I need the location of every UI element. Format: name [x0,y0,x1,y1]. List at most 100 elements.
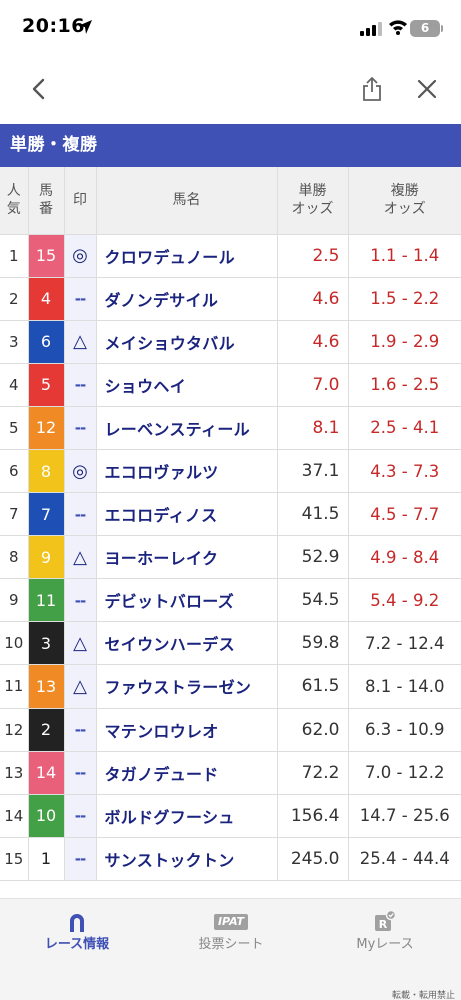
tab-betting-sheet-label: 投票シート [198,937,264,952]
horse-number-cell: 7 [27,492,65,537]
win-odds-cell: 8.1 [276,405,349,450]
horse-number-cell: 5 [27,362,65,407]
prediction-mark: △ [73,546,87,568]
horse-number-cell: 11 [27,578,65,623]
place-odds-cell: 7.2 - 12.4 [347,621,461,666]
popularity-cell: 4 [0,362,29,407]
horse-name-link[interactable]: エコロディノス [95,492,278,537]
horse-number-cell: 14 [27,750,65,795]
popularity-cell: 10 [0,621,29,666]
prediction-mark-cell: △ [63,535,97,580]
place-odds-cell: 7.0 - 12.2 [347,750,461,795]
header-horse-name: 馬名 [95,167,278,235]
bottom-tab-bar: レース情報 IPAT 投票シート R Myレース 転載・転用禁止 [0,898,461,1000]
prediction-mark-cell: -- [63,362,97,407]
horse-name-link[interactable]: サンストックトン [95,836,278,881]
popularity-cell: 8 [0,535,29,580]
horse-name-link[interactable]: クロワデュノール [95,233,278,278]
table-row[interactable]: 13 14 -- タガノデュード 72.2 7.0 - 12.2 [0,750,461,795]
copyright-note: 転載・転用禁止 [391,991,455,1000]
win-odds-cell: 156.4 [276,793,349,838]
table-row[interactable]: 3 6 △ メイショウタバル 4.6 1.9 - 2.9 [0,319,461,364]
prediction-mark-cell: -- [63,793,97,838]
table-row[interactable]: 9 11 -- デビットバローズ 54.5 5.4 - 9.2 [0,578,461,623]
horse-name-link[interactable]: ショウヘイ [95,362,278,407]
horse-name-link[interactable]: ダノンデサイル [95,276,278,321]
popularity-cell: 15 [0,836,29,881]
table-row[interactable]: 14 10 -- ボルドグフーシュ 156.4 14.7 - 25.6 [0,793,461,838]
horse-number-cell: 12 [27,405,65,450]
location-arrow-icon [77,19,93,35]
prediction-mark: -- [74,850,86,869]
table-row[interactable]: 10 3 △ セイウンハーデス 59.8 7.2 - 12.4 [0,621,461,666]
prediction-mark-cell: ◎ [63,448,97,494]
popularity-cell: 9 [0,578,29,623]
place-odds-cell: 6.3 - 10.9 [347,707,461,752]
prediction-mark-cell: △ [63,319,97,364]
table-row[interactable]: 8 9 △ ヨーホーレイク 52.9 4.9 - 8.4 [0,535,461,580]
place-odds-cell: 14.7 - 25.6 [347,793,461,838]
horse-number-cell: 13 [27,664,65,709]
prediction-mark-cell: -- [63,707,97,752]
section-title: 単勝・複勝 [0,124,461,167]
popularity-cell: 2 [0,276,29,321]
tab-my-race[interactable]: R Myレース [308,899,461,977]
horse-name-link[interactable]: メイショウタバル [95,319,278,364]
win-odds-cell: 54.5 [276,578,349,623]
back-button[interactable] [16,60,60,118]
popularity-cell: 1 [0,233,29,278]
horse-number-cell: 3 [27,621,65,666]
horse-name-link[interactable]: レーベンスティール [95,405,278,450]
odds-table: 人気 馬番 印 馬名 単勝 オッズ 複勝 オッズ 1 15 ◎ クロワデュノール 2.5 1.… [0,167,461,881]
horse-name-link[interactable]: ファウストラーゼン [95,664,278,709]
share-icon [363,77,381,101]
share-button[interactable] [350,60,394,118]
table-row[interactable]: 4 5 -- ショウヘイ 7.0 1.6 - 2.5 [0,362,461,407]
horse-name-link[interactable]: タガノデュード [95,750,278,795]
prediction-mark-cell: -- [63,836,97,881]
horse-name-link[interactable]: セイウンハーデス [95,621,278,666]
horse-number-cell: 9 [27,535,65,580]
prediction-mark: △ [73,632,87,654]
close-button[interactable] [405,60,449,118]
popularity-cell: 5 [0,405,29,450]
horse-number-cell: 4 [27,276,65,321]
prediction-mark: △ [73,331,87,353]
prediction-mark-cell: -- [63,492,97,537]
horse-name-link[interactable]: デビットバローズ [95,578,278,623]
table-row[interactable]: 15 1 -- サンストックトン 245.0 25.4 - 44.4 [0,836,461,881]
win-odds-cell: 62.0 [276,707,349,752]
place-odds-cell: 25.4 - 44.4 [347,836,461,881]
table-row[interactable]: 5 12 -- レーベンスティール 8.1 2.5 - 4.1 [0,405,461,450]
horse-name-link[interactable]: ヨーホーレイク [95,535,278,580]
popularity-cell: 11 [0,664,29,709]
prediction-mark-cell: △ [63,664,97,709]
popularity-cell: 7 [0,492,29,537]
prediction-mark: -- [74,376,86,395]
table-row[interactable]: 6 8 ◎ エコロヴァルツ 37.1 4.3 - 7.3 [0,448,461,494]
win-odds-cell: 61.5 [276,664,349,709]
popularity-cell: 3 [0,319,29,364]
win-odds-cell: 37.1 [276,448,349,494]
prediction-mark: -- [74,290,86,309]
status-bar: 20:16 6 [0,0,461,60]
table-row[interactable]: 12 2 -- マテンロウレオ 62.0 6.3 - 10.9 [0,707,461,752]
table-row[interactable]: 11 13 △ ファウストラーゼン 61.5 8.1 - 14.0 [0,664,461,709]
tab-race-info[interactable]: レース情報 [0,899,154,977]
place-odds-cell: 2.5 - 4.1 [347,405,461,450]
place-odds-cell: 4.9 - 8.4 [347,535,461,580]
horse-name-link[interactable]: エコロヴァルツ [95,448,278,494]
navigation-bar [0,60,461,122]
popularity-cell: 12 [0,707,29,752]
header-win-odds: 単勝 オッズ [276,167,349,235]
popularity-cell: 14 [0,793,29,838]
tab-betting-sheet[interactable]: IPAT 投票シート [154,899,308,977]
table-row[interactable]: 7 7 -- エコロディノス 41.5 4.5 - 7.7 [0,492,461,537]
prediction-mark-cell: △ [63,621,97,666]
table-row[interactable]: 2 4 -- ダノンデサイル 4.6 1.5 - 2.2 [0,276,461,321]
table-row[interactable]: 1 15 ◎ クロワデュノール 2.5 1.1 - 1.4 [0,233,461,278]
horse-name-link[interactable]: ボルドグフーシュ [95,793,278,838]
prediction-mark: -- [74,764,86,783]
horse-name-link[interactable]: マテンロウレオ [95,707,278,752]
place-odds-cell: 1.6 - 2.5 [347,362,461,407]
